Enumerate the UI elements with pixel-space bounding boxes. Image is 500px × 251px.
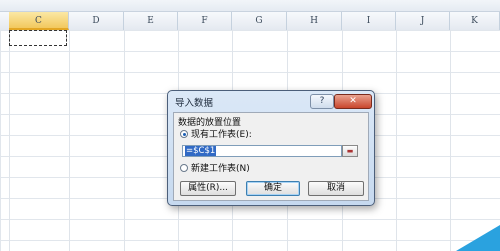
existing-sheet-radio[interactable] xyxy=(180,129,188,138)
column-header-d[interactable]: D xyxy=(69,12,124,30)
corner-decoration xyxy=(456,225,500,251)
column-header-e[interactable]: E xyxy=(124,12,178,30)
column-header-row: C D E F G H I J K xyxy=(0,12,500,31)
dialog-title-bar[interactable]: 导入数据 ? ✕ xyxy=(168,91,374,111)
ok-button[interactable]: 确定 xyxy=(246,181,300,196)
close-icon[interactable]: ✕ xyxy=(334,94,372,109)
collapse-dialog-icon[interactable]: ▬ xyxy=(342,145,358,157)
dialog-body: 数据的放置位置 现有工作表(E): =$C$1 ▬ 新建工作表(N) 属性(R)… xyxy=(173,112,369,201)
new-sheet-label: 新建工作表(N) xyxy=(191,164,250,174)
cell-reference-input[interactable]: =$C$1 xyxy=(182,145,342,157)
column-header-j[interactable]: J xyxy=(396,12,450,30)
existing-sheet-label: 现有工作表(E): xyxy=(191,130,252,140)
column-header-i[interactable]: I xyxy=(342,12,396,30)
gridline xyxy=(124,30,125,251)
gridline xyxy=(396,30,397,251)
cell-reference-value: =$C$1 xyxy=(185,146,217,156)
gridline xyxy=(69,30,70,251)
gridline xyxy=(450,30,451,251)
gridline xyxy=(9,30,10,251)
properties-button[interactable]: 属性(R)... xyxy=(180,181,236,196)
column-header-g[interactable]: G xyxy=(232,12,287,30)
new-sheet-option[interactable]: 新建工作表(N) xyxy=(180,161,250,174)
column-header-k[interactable]: K xyxy=(450,12,500,30)
active-cell-c1[interactable] xyxy=(9,30,67,46)
existing-sheet-option[interactable]: 现有工作表(E): xyxy=(180,127,252,140)
dialog-title: 导入数据 xyxy=(175,98,214,109)
column-header-f[interactable]: F xyxy=(178,12,232,30)
import-data-dialog: 导入数据 ? ✕ 数据的放置位置 现有工作表(E): =$C$1 ▬ 新建工作表… xyxy=(167,90,375,206)
cancel-button[interactable]: 取消 xyxy=(308,181,364,196)
help-icon[interactable]: ? xyxy=(310,94,334,109)
column-header-c[interactable]: C xyxy=(9,12,69,30)
new-sheet-radio[interactable] xyxy=(180,163,188,172)
ribbon-edge xyxy=(0,0,500,12)
column-header-h[interactable]: H xyxy=(287,12,342,30)
